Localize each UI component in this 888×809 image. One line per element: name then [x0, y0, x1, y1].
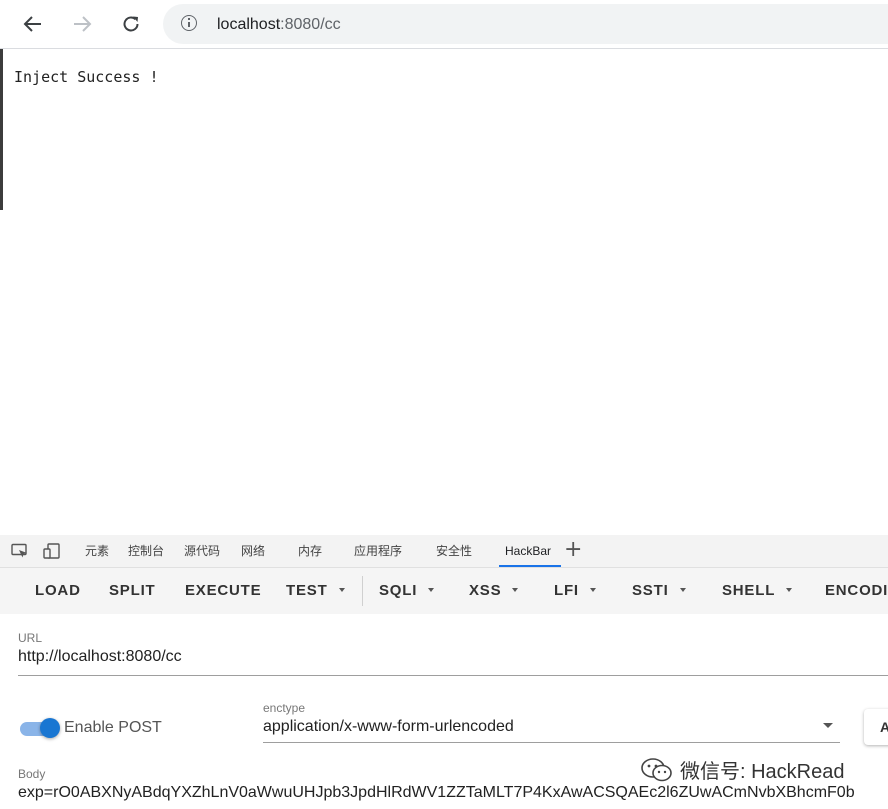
tab-memory[interactable]: 内存	[298, 535, 322, 567]
tab-sources[interactable]: 源代码	[184, 535, 220, 567]
forward-button[interactable]	[68, 10, 96, 38]
xss-menu-label: XSS	[469, 582, 502, 599]
load-button[interactable]: LOAD	[35, 568, 81, 614]
split-button[interactable]: SPLIT	[109, 568, 156, 614]
devtools-tab-bar: 元素 控制台 源代码 网络 内存 应用程序 安全性 HackBar +	[0, 535, 888, 568]
tab-application[interactable]: 应用程序	[354, 535, 402, 567]
address-bar-url[interactable]: localhost:8080/cc	[217, 16, 341, 34]
back-arrow-icon	[23, 16, 41, 32]
caret-down-icon	[589, 588, 596, 593]
caret-down-icon	[786, 588, 793, 593]
wechat-watermark: 微信号: HackRead	[640, 755, 845, 784]
tab-hackbar[interactable]: HackBar	[498, 535, 562, 567]
toolbar-divider	[362, 576, 363, 606]
caret-down-icon	[338, 588, 345, 593]
caret-down-icon	[428, 588, 435, 593]
execute-button[interactable]: EXECUTE	[185, 568, 261, 614]
test-menu-label: TEST	[286, 582, 328, 599]
sqli-menu-label: SQLI	[379, 582, 418, 599]
tab-security[interactable]: 安全性	[436, 535, 472, 567]
enctype-select[interactable]: application/x-www-form-urlencoded	[263, 718, 514, 736]
enable-post-toggle[interactable]	[20, 718, 60, 738]
inspect-element-icon[interactable]	[11, 543, 29, 559]
url-field[interactable]: http://localhost:8080/cc	[18, 648, 182, 666]
ssti-menu-label: SSTI	[632, 582, 669, 599]
test-menu-button[interactable]: TEST	[286, 568, 345, 614]
caret-down-icon	[512, 588, 519, 593]
url-field-label: URL	[18, 631, 43, 645]
lfi-menu-button[interactable]: LFI	[554, 568, 596, 614]
lfi-menu-label: LFI	[554, 582, 579, 599]
shell-menu-button[interactable]: SHELL	[722, 568, 793, 614]
caret-down-icon	[679, 588, 686, 593]
split-button-label: SPLIT	[109, 582, 156, 599]
xss-menu-button[interactable]: XSS	[469, 568, 519, 614]
enctype-label: enctype	[263, 701, 306, 715]
body-field[interactable]: exp=rO0ABXNyABdqYXZhLnV0aWwuUHJpb3JpdHlR…	[18, 784, 855, 802]
body-field-label: Body	[18, 767, 46, 781]
select-arrow-icon[interactable]	[823, 723, 833, 728]
watermark-text: 微信号: HackRead	[680, 761, 845, 783]
address-bar[interactable]: localhost:8080/cc	[163, 4, 888, 44]
shell-menu-label: SHELL	[722, 582, 776, 599]
hackbar-toolbar: LOAD SPLIT EXECUTE TEST SQLI XSS LFI SST…	[0, 568, 888, 614]
browser-toolbar: localhost:8080/cc	[0, 0, 888, 49]
url-path: :8080/cc	[280, 16, 341, 33]
sqli-menu-button[interactable]: SQLI	[379, 568, 435, 614]
enable-post-label[interactable]: Enable POST	[64, 719, 162, 737]
apply-button[interactable]: A	[864, 709, 888, 745]
url-field-underline	[18, 675, 888, 676]
reload-icon	[123, 16, 139, 32]
tab-elements[interactable]: 元素	[85, 535, 109, 567]
page-response-text: Inject Success !	[14, 68, 159, 86]
add-tab-button[interactable]: +	[564, 537, 582, 562]
forward-arrow-icon	[74, 16, 92, 32]
toggle-knob	[40, 718, 60, 738]
site-info-icon[interactable]	[181, 15, 197, 31]
back-button[interactable]	[19, 10, 47, 38]
device-toolbar-icon[interactable]	[43, 543, 61, 559]
encoding-menu-button[interactable]: ENCODIN	[825, 568, 888, 614]
enctype-underline	[263, 742, 840, 743]
url-host: localhost	[217, 16, 281, 33]
execute-button-label: EXECUTE	[185, 582, 262, 599]
tab-console[interactable]: 控制台	[128, 535, 164, 567]
tab-network[interactable]: 网络	[241, 535, 265, 567]
reload-button[interactable]	[117, 10, 145, 38]
ssti-menu-button[interactable]: SSTI	[632, 568, 686, 614]
load-button-label: LOAD	[35, 582, 81, 599]
encoding-menu-label: ENCODIN	[825, 582, 888, 599]
wechat-logo-icon	[641, 757, 672, 781]
